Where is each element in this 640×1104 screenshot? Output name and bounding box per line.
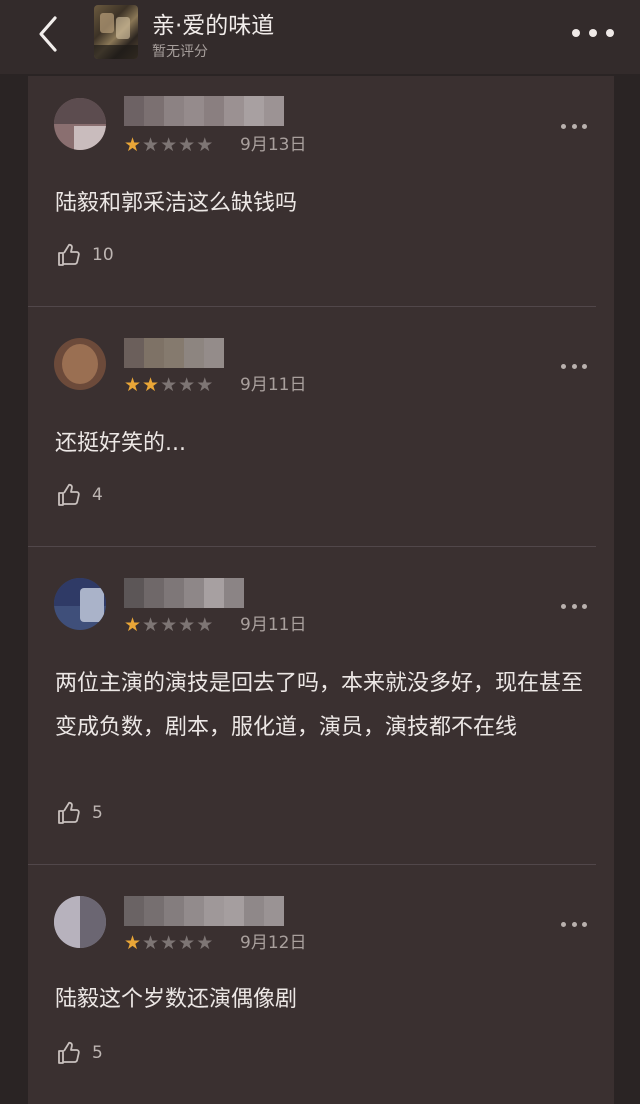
avatar[interactable] <box>54 338 106 390</box>
more-options-button[interactable] <box>572 24 614 42</box>
rating-status: 暂无评分 <box>152 44 208 60</box>
star-icon: ★ <box>142 134 160 156</box>
star-rating: ★ ★ ★ ★ ★ <box>124 614 213 636</box>
review-more-button[interactable] <box>561 919 587 929</box>
like-button[interactable]: 5 <box>56 1039 103 1067</box>
star-icon: ★ <box>178 614 196 636</box>
divider <box>28 306 596 307</box>
star-rating: ★ ★ ★ ★ ★ <box>124 134 213 156</box>
star-icon: ★ <box>142 932 160 954</box>
top-bar: 亲·爱的味道 暂无评分 <box>0 0 640 74</box>
review-text: 陆毅这个岁数还演偶像剧 <box>55 987 298 1012</box>
username-blurred <box>124 896 284 926</box>
review-more-button[interactable] <box>561 601 587 611</box>
thumbs-up-icon <box>58 483 80 506</box>
review-card: ★ ★ ★ ★ ★ 9月12日 陆毅这个岁数还演偶像剧 5 <box>28 874 614 1104</box>
username-blurred <box>124 96 284 126</box>
star-icon: ★ <box>160 134 178 156</box>
star-icon: ★ <box>160 374 178 396</box>
review-date: 9月11日 <box>240 375 307 395</box>
review-text: 还挺好笑的... <box>55 431 186 456</box>
show-title: 亲·爱的味道 <box>152 13 275 39</box>
review-text: 陆毅和郭采洁这么缺钱吗 <box>55 191 298 216</box>
divider <box>28 546 596 547</box>
avatar[interactable] <box>54 578 106 630</box>
like-count: 5 <box>92 1043 103 1063</box>
review-card: ★ ★ ★ ★ ★ 9月11日 还挺好笑的... 4 <box>28 316 614 548</box>
star-icon: ★ <box>196 134 214 156</box>
star-icon: ★ <box>124 134 142 156</box>
like-count: 5 <box>92 803 103 823</box>
thumbs-up-icon <box>58 243 80 266</box>
star-icon: ★ <box>160 614 178 636</box>
username-blurred <box>124 338 224 368</box>
review-card: ★ ★ ★ ★ ★ 9月11日 两位主演的演技是回去了吗，本来就没多好，现在甚至变成负数… <box>28 556 614 866</box>
thumbs-up-icon <box>58 1041 80 1064</box>
star-icon: ★ <box>196 374 214 396</box>
chevron-left-icon <box>39 16 57 52</box>
star-icon: ★ <box>124 374 142 396</box>
star-icon: ★ <box>160 932 178 954</box>
more-horizontal-icon <box>572 29 580 37</box>
like-button[interactable]: 4 <box>56 481 103 509</box>
like-count: 10 <box>92 245 114 265</box>
avatar[interactable] <box>54 98 106 150</box>
back-button[interactable] <box>30 12 66 56</box>
review-date: 9月13日 <box>240 135 307 155</box>
like-count: 4 <box>92 485 103 505</box>
star-icon: ★ <box>142 374 160 396</box>
star-rating: ★ ★ ★ ★ ★ <box>124 932 213 954</box>
star-icon: ★ <box>178 932 196 954</box>
star-icon: ★ <box>196 932 214 954</box>
review-date: 9月11日 <box>240 615 307 635</box>
review-more-button[interactable] <box>561 361 587 371</box>
star-icon: ★ <box>142 614 160 636</box>
like-button[interactable]: 10 <box>56 241 114 269</box>
star-icon: ★ <box>178 134 196 156</box>
review-more-button[interactable] <box>561 121 587 131</box>
divider <box>28 864 596 865</box>
like-button[interactable]: 5 <box>56 799 103 827</box>
star-icon: ★ <box>178 374 196 396</box>
show-poster-image[interactable] <box>94 5 138 59</box>
star-rating: ★ ★ ★ ★ ★ <box>124 374 213 396</box>
review-date: 9月12日 <box>240 933 307 953</box>
username-blurred <box>124 578 244 608</box>
star-icon: ★ <box>124 932 142 954</box>
star-icon: ★ <box>196 614 214 636</box>
star-icon: ★ <box>124 614 142 636</box>
avatar[interactable] <box>54 896 106 948</box>
review-text: 两位主演的演技是回去了吗，本来就没多好，现在甚至变成负数，剧本，服化道，演员，演… <box>55 671 584 740</box>
thumbs-up-icon <box>58 801 80 824</box>
review-card: ★ ★ ★ ★ ★ 9月13日 陆毅和郭采洁这么缺钱吗 10 <box>28 76 614 308</box>
